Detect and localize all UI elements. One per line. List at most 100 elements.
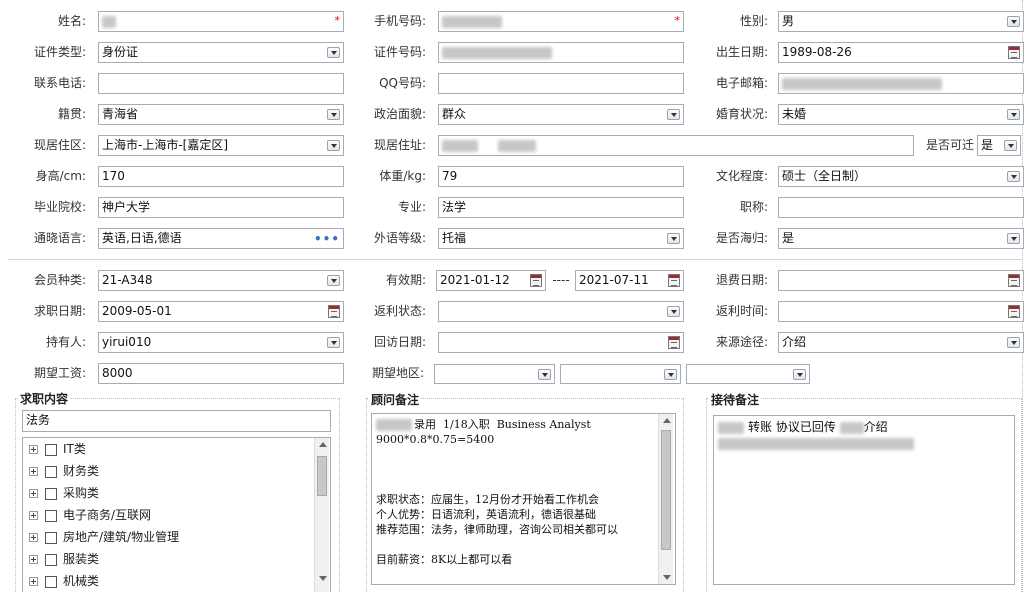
expand-icon[interactable] [29,555,38,564]
rebate-time-label: 返利时间: [715,304,768,318]
calendar-icon[interactable] [1008,46,1020,59]
valid-start-value: 2021-01-12 [440,273,510,287]
education-label: 文化程度: [715,169,768,183]
marital-status-select[interactable]: 未婚 [778,104,1024,125]
job-content-title: 求职内容 [18,390,71,407]
weight-field[interactable]: 79 [438,166,684,187]
tree-scrollbar[interactable] [314,438,329,592]
title-field[interactable] [778,197,1024,218]
email-field[interactable] [778,73,1024,94]
native-place-select[interactable]: 青海省 [98,104,344,125]
rebate-time-field[interactable] [778,301,1024,322]
language-level-select[interactable]: 托福 [438,228,684,249]
revisit-date-label: 回访日期: [373,335,426,349]
calendar-icon[interactable] [668,274,680,287]
id-type-select[interactable]: 身份证 [98,42,344,63]
refund-date-field[interactable] [778,270,1024,291]
valid-period-label: 有效期: [385,273,426,287]
qq-field[interactable] [438,73,684,94]
calendar-icon[interactable] [530,274,542,287]
checkbox[interactable] [45,509,57,522]
source-select[interactable]: 介绍 [778,332,1024,353]
tree-item[interactable]: 机械类 [29,571,99,591]
education-value: 硕士（全日制） [782,169,867,183]
birth-date-field[interactable]: 1989-08-26 [778,42,1024,63]
expand-icon[interactable] [29,445,38,454]
member-type-select[interactable]: 21-A348 [98,270,344,291]
expected-area-label: 期望地区: [371,366,424,380]
calendar-icon[interactable] [668,336,680,349]
checkbox[interactable] [45,553,57,566]
scroll-down-icon[interactable] [319,576,327,581]
expected-area-select-1[interactable] [434,364,555,384]
contact-phone-field[interactable] [98,73,344,94]
tree-item[interactable]: 采购类 [29,483,99,503]
marital-status-label: 婚育状况: [715,107,768,121]
rebate-status-select[interactable] [438,301,684,322]
expand-icon[interactable] [29,511,38,520]
notes-scrollbar[interactable] [658,414,673,584]
required-mark: * [334,14,341,27]
height-field[interactable]: 170 [98,166,344,187]
political-status-select[interactable]: 群众 [438,104,684,125]
more-options-icon[interactable]: ••• [314,230,340,248]
calendar-icon[interactable] [328,305,340,318]
overseas-returnee-select[interactable]: 是 [778,228,1024,249]
current-area-select[interactable]: 上海市-上海市-[嘉定区] [98,135,344,156]
valid-end-field[interactable]: 2021-07-11 [575,270,684,291]
qq-label: QQ号码: [379,76,426,90]
languages-label: 通晓语言: [33,231,86,245]
tree-item[interactable]: 电子商务/互联网 [29,505,151,525]
tree-item[interactable]: 房地产/建筑/物业管理 [29,527,179,547]
phone-field[interactable]: * [438,11,684,32]
calendar-icon[interactable] [1008,305,1020,318]
reception-note-text: 介绍 [863,420,888,434]
chevron-down-icon [667,233,680,244]
scroll-down-icon[interactable] [663,575,671,580]
expected-area-select-2[interactable] [560,364,681,384]
consultant-notes-textarea[interactable]: 录用 1/18入职 Business Analyst 9000*0.8*0.75… [371,413,676,585]
tree-item[interactable]: 服装类 [29,549,99,569]
education-select[interactable]: 硕士（全日制） [778,166,1024,187]
redacted-text [839,421,864,434]
revisit-date-field[interactable] [438,332,684,353]
job-search-date-field[interactable]: 2009-05-01 [98,301,344,322]
school-field[interactable]: 神户大学 [98,197,344,218]
job-category-tree[interactable]: IT类 财务类 采购类 电子商务/互联网 房地产/建筑/物业管理 服装类 机械类 [22,437,331,592]
scroll-thumb[interactable] [317,456,327,496]
major-field[interactable]: 法学 [438,197,684,218]
expected-area-select-3[interactable] [686,364,810,384]
holder-select[interactable]: yirui010 [98,332,344,353]
scroll-up-icon[interactable] [663,418,671,423]
birth-date-value: 1989-08-26 [782,45,852,59]
tree-item[interactable]: 财务类 [29,461,99,481]
languages-field[interactable]: 英语,日语,德语 ••• [98,228,344,249]
current-address-field[interactable] [438,135,914,156]
tree-item-label: 房地产/建筑/物业管理 [63,530,180,544]
checkbox[interactable] [45,487,57,500]
calendar-icon[interactable] [1008,274,1020,287]
job-content-selected[interactable]: 法务 [22,410,331,432]
checkbox[interactable] [45,575,57,588]
relocatable-select[interactable]: 是 [977,135,1021,156]
id-number-field[interactable] [438,42,684,63]
checkbox[interactable] [45,443,57,456]
political-status-value: 群众 [442,107,467,121]
scroll-thumb[interactable] [661,430,671,550]
scroll-up-icon[interactable] [319,442,327,447]
expand-icon[interactable] [29,577,38,586]
gender-select[interactable]: 男 [778,11,1024,32]
name-field[interactable]: * [98,11,344,32]
expected-salary-label: 期望工资: [33,366,86,380]
tree-item[interactable]: IT类 [29,439,86,459]
reception-notes-textarea[interactable]: 转账 协议已回传 介绍 [713,415,1015,585]
expand-icon[interactable] [29,489,38,498]
current-address-label: 现居住址: [373,138,426,152]
expected-salary-field[interactable]: 8000 [98,363,344,384]
expand-icon[interactable] [29,467,38,476]
checkbox[interactable] [45,531,57,544]
checkbox[interactable] [45,465,57,478]
expand-icon[interactable] [29,533,38,542]
valid-start-field[interactable]: 2021-01-12 [436,270,546,291]
valid-end-value: 2021-07-11 [579,273,649,287]
